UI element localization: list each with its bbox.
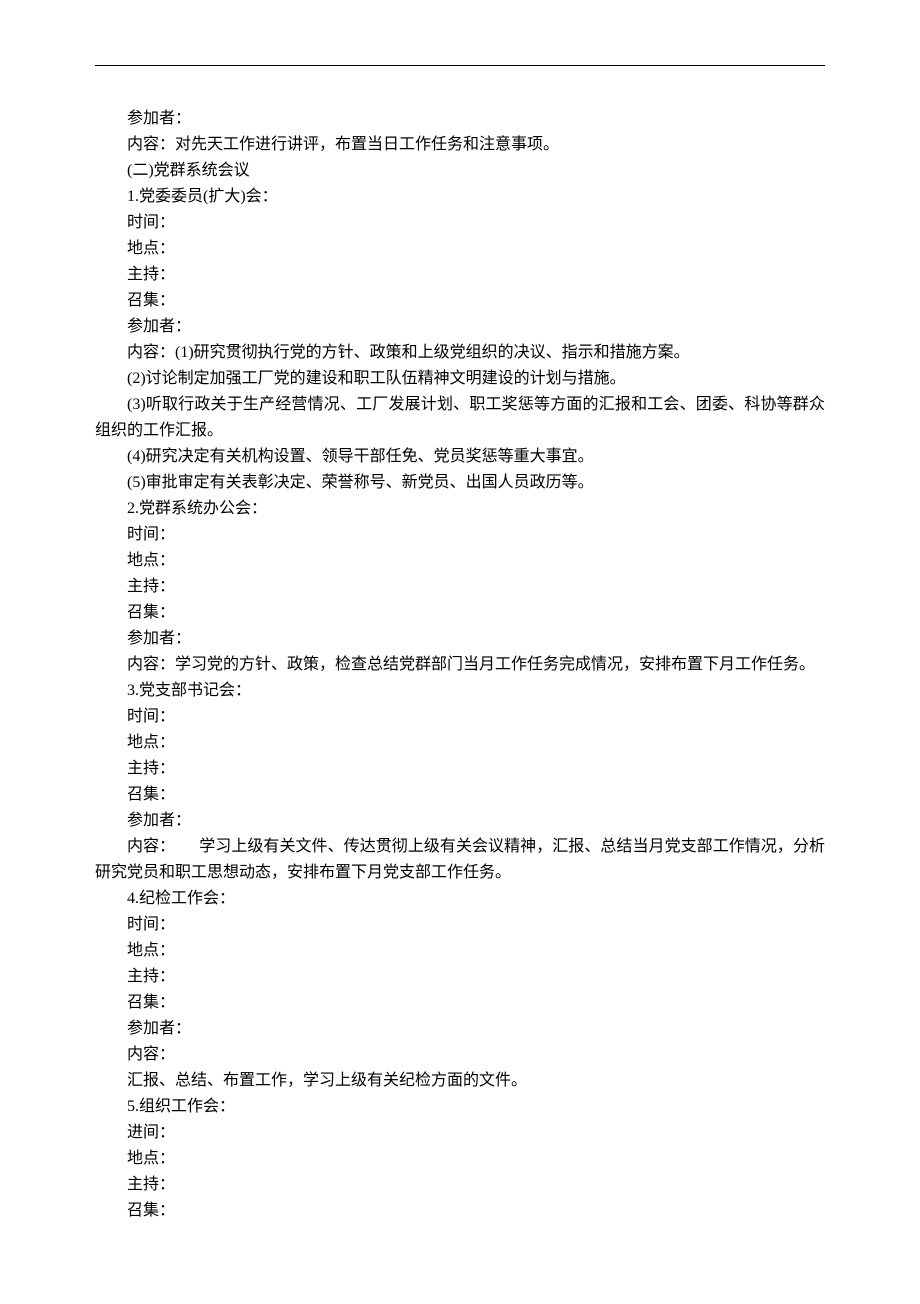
text-line: 召集： <box>95 990 825 1016</box>
text-line: 进间： <box>95 1120 825 1146</box>
text-line: 主持： <box>95 1172 825 1198</box>
text-line: 1.党委委员(扩大)会： <box>95 184 825 210</box>
text-line: 主持： <box>95 964 825 990</box>
text-line: 地点： <box>95 548 825 574</box>
text-line: 时间： <box>95 704 825 730</box>
text-line: 时间： <box>95 210 825 236</box>
text-line: 参加者： <box>95 808 825 834</box>
text-line: 4.纪检工作会： <box>95 886 825 912</box>
text-line: 5.组织工作会： <box>95 1094 825 1120</box>
text-line: 时间： <box>95 522 825 548</box>
text-line: 参加者： <box>95 626 825 652</box>
text-line: (5)审批审定有关表彰决定、荣誉称号、新党员、出国人员政历等。 <box>95 470 825 496</box>
text-line: 2.党群系统办公会： <box>95 496 825 522</box>
text-paragraph: (3)听取行政关于生产经营情况、工厂发展计划、职工奖惩等方面的汇报和工会、团委、… <box>95 392 825 444</box>
text-line: 召集： <box>95 1198 825 1224</box>
text-line: 主持： <box>95 574 825 600</box>
text-line: 3.党支部书记会： <box>95 678 825 704</box>
horizontal-rule <box>95 65 825 66</box>
text-line: 地点： <box>95 730 825 756</box>
text-line: (4)研究决定有关机构设置、领导干部任免、党员奖惩等重大事宜。 <box>95 444 825 470</box>
text-line: 召集： <box>95 782 825 808</box>
text-paragraph: 内容： 学习上级有关文件、传达贯彻上级有关会议精神，汇报、总结当月党支部工作情况… <box>95 834 825 886</box>
text-line: 地点： <box>95 236 825 262</box>
text-line: 参加者： <box>95 1016 825 1042</box>
text-line: 时间： <box>95 912 825 938</box>
text-line: 地点： <box>95 1146 825 1172</box>
text-paragraph: 内容：学习党的方针、政策，检查总结党群部门当月工作任务完成情况，安排布置下月工作… <box>95 652 825 678</box>
text-line: 主持： <box>95 262 825 288</box>
text-line: 召集： <box>95 288 825 314</box>
text-line: (2)讨论制定加强工厂党的建设和职工队伍精神文明建设的计划与措施。 <box>95 366 825 392</box>
text-line: 主持： <box>95 756 825 782</box>
text-line: 内容：(1)研究贯彻执行党的方针、政策和上级党组织的决议、指示和措施方案。 <box>95 340 825 366</box>
text-line: 参加者： <box>95 106 825 132</box>
text-line: 内容：对先天工作进行讲评，布置当日工作任务和注意事项。 <box>95 132 825 158</box>
text-line: 召集： <box>95 600 825 626</box>
text-line: 地点： <box>95 938 825 964</box>
text-line: 参加者： <box>95 314 825 340</box>
text-line: 汇报、总结、布置工作，学习上级有关纪检方面的文件。 <box>95 1068 825 1094</box>
text-line: 内容： <box>95 1042 825 1068</box>
document-page: 参加者： 内容：对先天工作进行讲评，布置当日工作任务和注意事项。 (二)党群系统… <box>0 0 920 1304</box>
text-line: (二)党群系统会议 <box>95 158 825 184</box>
